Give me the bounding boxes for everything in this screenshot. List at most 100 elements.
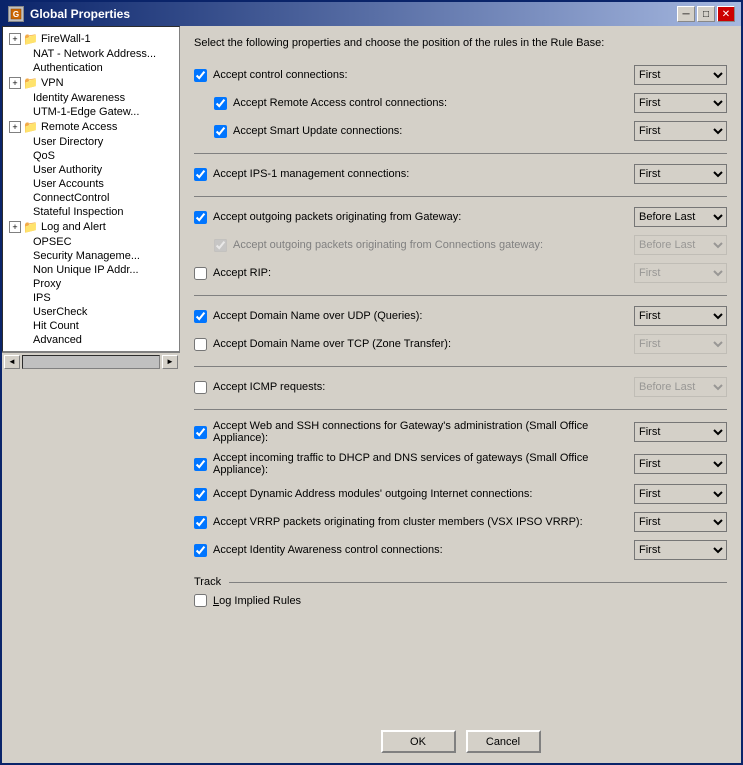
- checkbox-log-implied[interactable]: [194, 594, 207, 607]
- sidebar-item-utm[interactable]: UTM-1-Edge Gatew...: [5, 105, 177, 119]
- close-button[interactable]: ✕: [717, 6, 735, 22]
- dropdown-accept-dynamic[interactable]: FirstLastBefore Last: [634, 484, 727, 504]
- label-row-icmp: Accept ICMP requests:: [194, 381, 626, 394]
- label-row-dynamic: Accept Dynamic Address modules' outgoing…: [194, 488, 626, 501]
- checkbox-accept-domain-udp[interactable]: [194, 310, 207, 323]
- sidebar-item-opsec[interactable]: OPSEC: [5, 235, 177, 249]
- scroll-left-button[interactable]: ◄: [4, 355, 20, 369]
- sidebar-item-logalert[interactable]: + 📁 Log and Alert: [5, 219, 177, 235]
- main-content: + 📁 FireWall-1 NAT - Network Address... …: [2, 26, 741, 763]
- sidebar-item-auth[interactable]: Authentication: [5, 61, 177, 75]
- row-accept-vrrp: Accept VRRP packets originating from clu…: [194, 512, 727, 532]
- label-auth: Authentication: [33, 62, 103, 74]
- separator-3: [194, 295, 727, 296]
- sidebar-item-remote[interactable]: + 📁 Remote Access: [5, 119, 177, 135]
- label-secmgmt: Security Manageme...: [33, 250, 140, 262]
- sidebar-item-vpn[interactable]: + 📁 VPN: [5, 75, 177, 91]
- label-stateful: Stateful Inspection: [33, 206, 124, 218]
- row-accept-outgoing: Accept outgoing packets originating from…: [194, 207, 727, 227]
- sidebar-item-secmgmt[interactable]: Security Manageme...: [5, 249, 177, 263]
- label-accept-rip: Accept RIP:: [213, 267, 271, 279]
- sidebar-item-advanced[interactable]: Advanced: [5, 333, 177, 347]
- label-ips: IPS: [33, 292, 51, 304]
- checkbox-accept-ssh[interactable]: [194, 426, 207, 439]
- checkbox-accept-domain-tcp[interactable]: [194, 338, 207, 351]
- checkbox-accept-rip[interactable]: [194, 267, 207, 280]
- row-accept-domain-udp: Accept Domain Name over UDP (Queries): F…: [194, 306, 727, 326]
- label-log-implied: Log Implied Rules: [213, 595, 301, 607]
- dropdown-accept-remote[interactable]: FirstLastBefore Last: [634, 93, 727, 113]
- label-opsec: OPSEC: [33, 236, 72, 248]
- dropdown-accept-icmp[interactable]: Before Last: [634, 377, 727, 397]
- label-qos: QoS: [33, 150, 55, 162]
- minimize-button[interactable]: ─: [677, 6, 695, 22]
- sidebar-item-nonunique[interactable]: Non Unique IP Addr...: [5, 263, 177, 277]
- checkbox-accept-control[interactable]: [194, 69, 207, 82]
- label-accept-remote: Accept Remote Access control connections…: [233, 97, 447, 109]
- dropdown-accept-outgoing-sub[interactable]: Before Last: [634, 235, 727, 255]
- label-accept-dhcp: Accept incoming traffic to DHCP and DNS …: [213, 452, 626, 476]
- folder-icon-logalert: 📁: [23, 220, 38, 234]
- dropdown-accept-rip[interactable]: First: [634, 263, 727, 283]
- track-divider: [229, 582, 727, 583]
- dropdown-accept-domain-tcp[interactable]: First: [634, 334, 727, 354]
- sidebar-item-hitcount[interactable]: Hit Count: [5, 319, 177, 333]
- dropdown-accept-control[interactable]: FirstLastBefore Last: [634, 65, 727, 85]
- label-accept-domain-tcp: Accept Domain Name over TCP (Zone Transf…: [213, 338, 451, 350]
- dropdown-accept-ips[interactable]: FirstLastBefore Last: [634, 164, 727, 184]
- label-useraccts: User Accounts: [33, 178, 104, 190]
- dropdown-accept-identity[interactable]: FirstLastBefore Last: [634, 540, 727, 560]
- dropdown-accept-domain-udp[interactable]: FirstLastBefore Last: [634, 306, 727, 326]
- dropdown-accept-outgoing[interactable]: FirstLastBefore Last: [634, 207, 727, 227]
- ok-button[interactable]: OK: [381, 730, 456, 753]
- label-accept-identity: Accept Identity Awareness control connec…: [213, 544, 443, 556]
- sidebar-item-stateful[interactable]: Stateful Inspection: [5, 205, 177, 219]
- separator-4: [194, 366, 727, 367]
- sidebar-item-identity[interactable]: Identity Awareness: [5, 91, 177, 105]
- checkbox-accept-smart[interactable]: [214, 125, 227, 138]
- label-nonunique: Non Unique IP Addr...: [33, 264, 139, 276]
- label-row-ssh: Accept Web and SSH connections for Gatew…: [194, 420, 626, 444]
- checkbox-accept-dhcp[interactable]: [194, 458, 207, 471]
- dropdown-accept-smart[interactable]: FirstLastBefore Last: [634, 121, 727, 141]
- checkbox-accept-dynamic[interactable]: [194, 488, 207, 501]
- checkbox-accept-remote[interactable]: [214, 97, 227, 110]
- expand-icon-firewall1[interactable]: +: [9, 33, 21, 45]
- row-accept-control: Accept control connections: FirstLastBef…: [194, 65, 727, 85]
- cancel-button[interactable]: Cancel: [466, 730, 541, 753]
- sidebar-item-qos[interactable]: QoS: [5, 149, 177, 163]
- scroll-track[interactable]: [22, 355, 160, 369]
- label-accept-smart: Accept Smart Update connections:: [233, 125, 402, 137]
- global-properties-window: G Global Properties ─ □ ✕ + 📁 FireWall-1: [0, 0, 743, 765]
- expand-icon-vpn[interactable]: +: [9, 77, 21, 89]
- sidebar-item-proxy[interactable]: Proxy: [5, 277, 177, 291]
- checkbox-accept-vrrp[interactable]: [194, 516, 207, 529]
- checkbox-accept-icmp[interactable]: [194, 381, 207, 394]
- maximize-button[interactable]: □: [697, 6, 715, 22]
- label-accept-control: Accept control connections:: [213, 69, 348, 81]
- expand-icon-logalert[interactable]: +: [9, 221, 21, 233]
- checkbox-accept-outgoing[interactable]: [194, 211, 207, 224]
- sidebar-item-usercheck[interactable]: UserCheck: [5, 305, 177, 319]
- dropdown-accept-ssh[interactable]: FirstLastBefore Last: [634, 422, 727, 442]
- sidebar-item-nat[interactable]: NAT - Network Address...: [5, 47, 177, 61]
- separator-5: [194, 409, 727, 410]
- sidebar-item-userdir[interactable]: User Directory: [5, 135, 177, 149]
- button-area: OK Cancel: [180, 722, 741, 763]
- checkbox-accept-ips[interactable]: [194, 168, 207, 181]
- expand-icon-remote[interactable]: +: [9, 121, 21, 133]
- checkbox-accept-outgoing-sub[interactable]: [214, 239, 227, 252]
- label-usercheck: UserCheck: [33, 306, 87, 318]
- sidebar-item-firewall1[interactable]: + 📁 FireWall-1: [5, 31, 177, 47]
- scroll-right-button[interactable]: ►: [162, 355, 178, 369]
- checkbox-accept-identity[interactable]: [194, 544, 207, 557]
- label-row-rip: Accept RIP:: [194, 267, 626, 280]
- row-accept-identity: Accept Identity Awareness control connec…: [194, 540, 727, 560]
- label-row-vrrp: Accept VRRP packets originating from clu…: [194, 516, 626, 529]
- sidebar-item-useraccts[interactable]: User Accounts: [5, 177, 177, 191]
- sidebar-item-ips[interactable]: IPS: [5, 291, 177, 305]
- sidebar-item-connectctl[interactable]: ConnectControl: [5, 191, 177, 205]
- sidebar-item-userauth[interactable]: User Authority: [5, 163, 177, 177]
- dropdown-accept-vrrp[interactable]: FirstLastBefore Last: [634, 512, 727, 532]
- dropdown-accept-dhcp[interactable]: FirstLastBefore Last: [634, 454, 727, 474]
